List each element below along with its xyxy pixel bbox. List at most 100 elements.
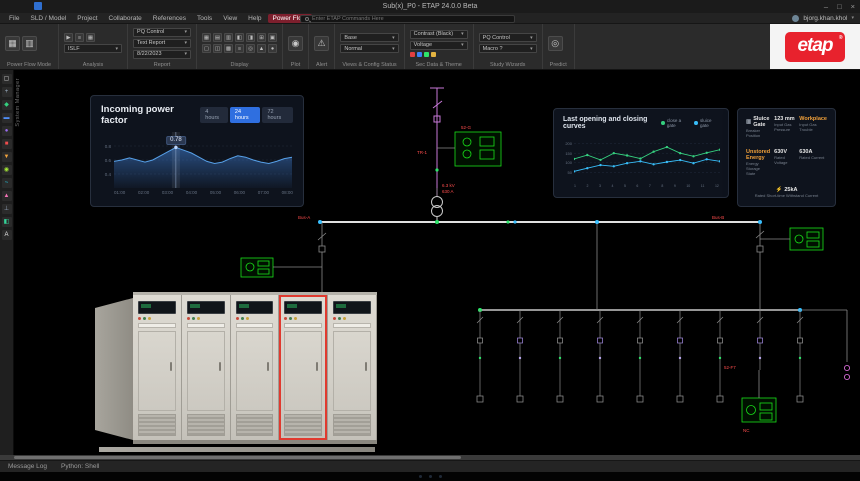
legend-item: close a gate <box>661 118 688 128</box>
menu-item-view[interactable]: View <box>218 14 242 23</box>
ribbon-tool-icon[interactable]: ▢ <box>202 44 211 53</box>
maximize-icon[interactable]: □ <box>837 0 842 13</box>
close-icon[interactable]: × <box>851 0 855 13</box>
theme-color-chip[interactable] <box>424 52 429 57</box>
ribbon-tool-icon[interactable]: ▤ <box>213 33 222 42</box>
relay-tool-icon[interactable]: ◧ <box>2 217 12 227</box>
feeder[interactable] <box>557 310 563 402</box>
etap-window: Sub(x)_P0 - ETAP 24.0.0 Beta –□× FileSLD… <box>0 0 860 481</box>
menu-item-project[interactable]: Project <box>72 14 102 23</box>
taskbar-icon[interactable] <box>429 475 432 478</box>
breaker-tool-icon[interactable]: ■ <box>2 139 12 149</box>
ribbon-tool-icon[interactable]: ≡ <box>235 44 244 53</box>
ribbon-tool-icon[interactable]: ▶ <box>64 33 73 42</box>
feeder[interactable] <box>757 310 763 370</box>
ribbon-dropdown[interactable]: Base▾ <box>340 33 398 42</box>
ribbon-dropdown[interactable]: PQ Control▾ <box>479 33 537 42</box>
curves-x-axis: 123456789101112 <box>574 184 719 188</box>
range-button-72-hours[interactable]: 72 hours <box>262 107 293 123</box>
legend-dot-icon <box>661 121 665 125</box>
range-button-24-hours[interactable]: 24 hours <box>230 107 261 123</box>
incomer-feeder[interactable] <box>430 88 444 196</box>
taskbar-icon[interactable] <box>419 475 422 478</box>
ribbon-tool-icon[interactable]: ≡ <box>75 33 84 42</box>
ribbon-tool-icon[interactable]: ▲ <box>257 44 266 53</box>
motor-symbols[interactable] <box>844 365 849 379</box>
ribbon-dropdown[interactable]: Contrast (Black)▾ <box>410 30 468 39</box>
menu-item-tools[interactable]: Tools <box>192 14 217 23</box>
ribbon-tool-icon[interactable]: ◉ <box>288 36 303 51</box>
theme-color-chip[interactable] <box>410 52 415 57</box>
pan-tool-icon[interactable]: + <box>2 87 12 97</box>
minimize-icon[interactable]: – <box>824 0 828 13</box>
ground-tool-icon[interactable]: ⊥ <box>2 204 12 214</box>
ribbon-group-caption: Power Flow Mode <box>5 60 53 69</box>
cable-tool-icon[interactable]: ~ <box>2 178 12 188</box>
ribbon-tool-icon[interactable]: ▣ <box>268 33 277 42</box>
feeder[interactable] <box>717 310 723 402</box>
feeder[interactable] <box>797 310 803 402</box>
feeder[interactable] <box>637 310 643 402</box>
feeder[interactable] <box>477 310 483 402</box>
ribbon-tool-icon[interactable]: ▦ <box>202 33 211 42</box>
ribbon-tool-icon[interactable]: ▦ <box>5 36 20 51</box>
user-area[interactable]: bjorg.khan.khol ▾ <box>792 15 854 22</box>
transformer-symbol[interactable] <box>432 197 443 223</box>
bus-tool-icon[interactable]: ▬ <box>2 113 12 123</box>
ribbon-tool-icon[interactable]: ◨ <box>246 33 255 42</box>
command-search-input[interactable] <box>312 16 510 22</box>
statusbar-item-python-shell[interactable]: Python: Shell <box>61 463 99 470</box>
ribbon-dropdown[interactable]: 8/22/2023▾ <box>133 50 191 59</box>
svg-text:Bus-B: Bus-B <box>712 215 724 220</box>
feeder[interactable] <box>517 310 523 402</box>
range-button-4-hours[interactable]: 4 hours <box>200 107 228 123</box>
menu-item-collaborate[interactable]: Collaborate <box>104 14 147 23</box>
chevron-down-icon: ▾ <box>461 31 464 37</box>
ribbon-dropdown[interactable]: Normal▾ <box>340 44 398 53</box>
menu-item-sld-model[interactable]: SLD / Model <box>25 14 71 23</box>
switchgear-panel-highlighted <box>279 295 328 440</box>
annotation-tool-icon[interactable]: A <box>2 230 12 240</box>
motor-tool-icon[interactable]: ◉ <box>2 165 12 175</box>
panel-display-screen <box>236 301 274 314</box>
oneline-canvas[interactable]: System Manager <box>14 70 860 455</box>
ribbon-tool-icon[interactable]: ◧ <box>235 33 244 42</box>
ribbon-tool-icon[interactable]: ● <box>268 44 277 53</box>
statusbar-item-message-log[interactable]: Message Log <box>8 463 47 470</box>
ribbon-tool-icon[interactable]: ▩ <box>224 44 233 53</box>
ribbon-dropdown[interactable]: ISLF▾ <box>64 44 122 53</box>
feeder[interactable] <box>677 310 683 402</box>
menu-item-references[interactable]: References <box>148 14 191 23</box>
ribbon-tool-icon[interactable]: ▦ <box>86 33 95 42</box>
ribbon-dropdown[interactable]: Text Report▾ <box>133 39 191 48</box>
ribbon-tool-icon[interactable]: ▥ <box>22 36 37 51</box>
ac-element-icon[interactable]: ◆ <box>2 100 12 110</box>
menubar: FileSLD / ModelProjectCollaborateReferen… <box>0 13 860 24</box>
ribbon-tool-icon[interactable]: ◎ <box>548 36 563 51</box>
ribbon-group-caption: Views & Config Status <box>340 60 398 69</box>
taskbar-icon[interactable] <box>439 475 442 478</box>
scrollbar-thumb[interactable] <box>14 456 461 459</box>
load-tool-icon[interactable]: ▼ <box>2 152 12 162</box>
ribbon-group-caption: Analysis <box>64 60 122 69</box>
source-tool-icon[interactable]: ▲ <box>2 191 12 201</box>
menu-item-help[interactable]: Help <box>243 14 266 23</box>
command-search[interactable] <box>300 15 515 23</box>
ribbon-tool-icon[interactable]: ◎ <box>246 44 255 53</box>
ribbon-tool-icon[interactable]: ◫ <box>213 44 222 53</box>
horizontal-scrollbar[interactable] <box>0 455 860 460</box>
ribbon-dropdown[interactable]: Voltage▾ <box>410 41 468 50</box>
ribbon-dropdown[interactable]: PQ Control▾ <box>133 28 191 37</box>
theme-color-chip[interactable] <box>431 52 436 57</box>
feeder-group[interactable] <box>477 310 803 402</box>
menu-item-file[interactable]: File <box>4 14 24 23</box>
ribbon-tool-icon[interactable]: ⚠ <box>314 36 329 51</box>
select-tool-icon[interactable]: ▢ <box>2 74 12 84</box>
ribbon-tool-icon[interactable]: ▥ <box>224 33 233 42</box>
feeder[interactable] <box>597 310 603 402</box>
transformer-tool-icon[interactable]: ● <box>2 126 12 136</box>
theme-color-chip[interactable] <box>417 52 422 57</box>
ribbon-tool-icon[interactable]: ⊞ <box>257 33 266 42</box>
panel-vent <box>333 414 371 436</box>
ribbon-dropdown[interactable]: Macro ?▾ <box>479 44 537 53</box>
